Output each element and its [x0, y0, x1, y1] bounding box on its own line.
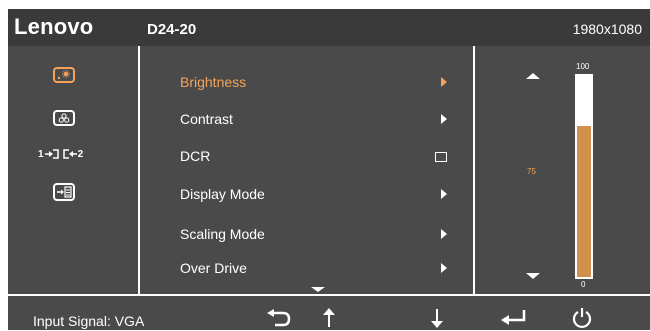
menu-settings-icon[interactable]	[53, 183, 75, 206]
brand-logo: Lenovo	[14, 14, 94, 39]
input-signal-label: Input Signal: VGA	[33, 313, 145, 329]
brightness-icon[interactable]	[53, 67, 75, 88]
input-switch-icon[interactable]: 1 2	[38, 147, 83, 161]
input-2-label: 2	[77, 148, 84, 160]
chevron-right-icon	[441, 189, 447, 199]
menu-item-dcr[interactable]: DCR	[180, 148, 210, 164]
power-icon[interactable]	[566, 305, 598, 331]
resolution-label: 1980x1080	[572, 21, 642, 37]
osd-window: Lenovo D24-20 1980x1080 1 2 Brightness C…	[8, 9, 650, 330]
chevron-right-icon	[441, 229, 447, 239]
slider-max-label: 100	[576, 62, 590, 71]
up-arrow-icon[interactable]	[313, 305, 345, 331]
chevron-right-icon	[441, 263, 447, 273]
menu-item-scaling-mode[interactable]: Scaling Mode	[180, 226, 265, 242]
header-bar: Lenovo D24-20 1980x1080	[8, 9, 650, 46]
menu-item-contrast[interactable]: Contrast	[180, 111, 233, 127]
slider-min-label: 0	[581, 280, 586, 289]
chevron-right-icon	[441, 114, 447, 124]
enter-icon[interactable]	[498, 305, 530, 331]
scroll-down-indicator[interactable]	[311, 287, 325, 292]
brightness-slider-fill	[577, 126, 591, 277]
dcr-checkbox[interactable]	[435, 152, 447, 162]
down-arrow-icon[interactable]	[421, 305, 453, 331]
color-icon[interactable]	[53, 110, 75, 131]
menu-item-display-mode[interactable]: Display Mode	[180, 186, 265, 202]
slider-down-icon[interactable]	[526, 273, 540, 279]
slider-up-icon[interactable]	[526, 73, 540, 79]
model-name: D24-20	[147, 21, 197, 38]
chevron-right-icon	[441, 77, 447, 87]
divider-bottom	[8, 294, 650, 296]
menu-item-over-drive[interactable]: Over Drive	[180, 260, 247, 276]
divider-right	[473, 46, 475, 294]
slider-current-value: 75	[527, 167, 536, 176]
divider-left	[138, 46, 140, 294]
menu-item-brightness[interactable]: Brightness	[180, 74, 246, 90]
brightness-slider[interactable]	[575, 74, 593, 279]
back-icon[interactable]	[263, 305, 295, 331]
